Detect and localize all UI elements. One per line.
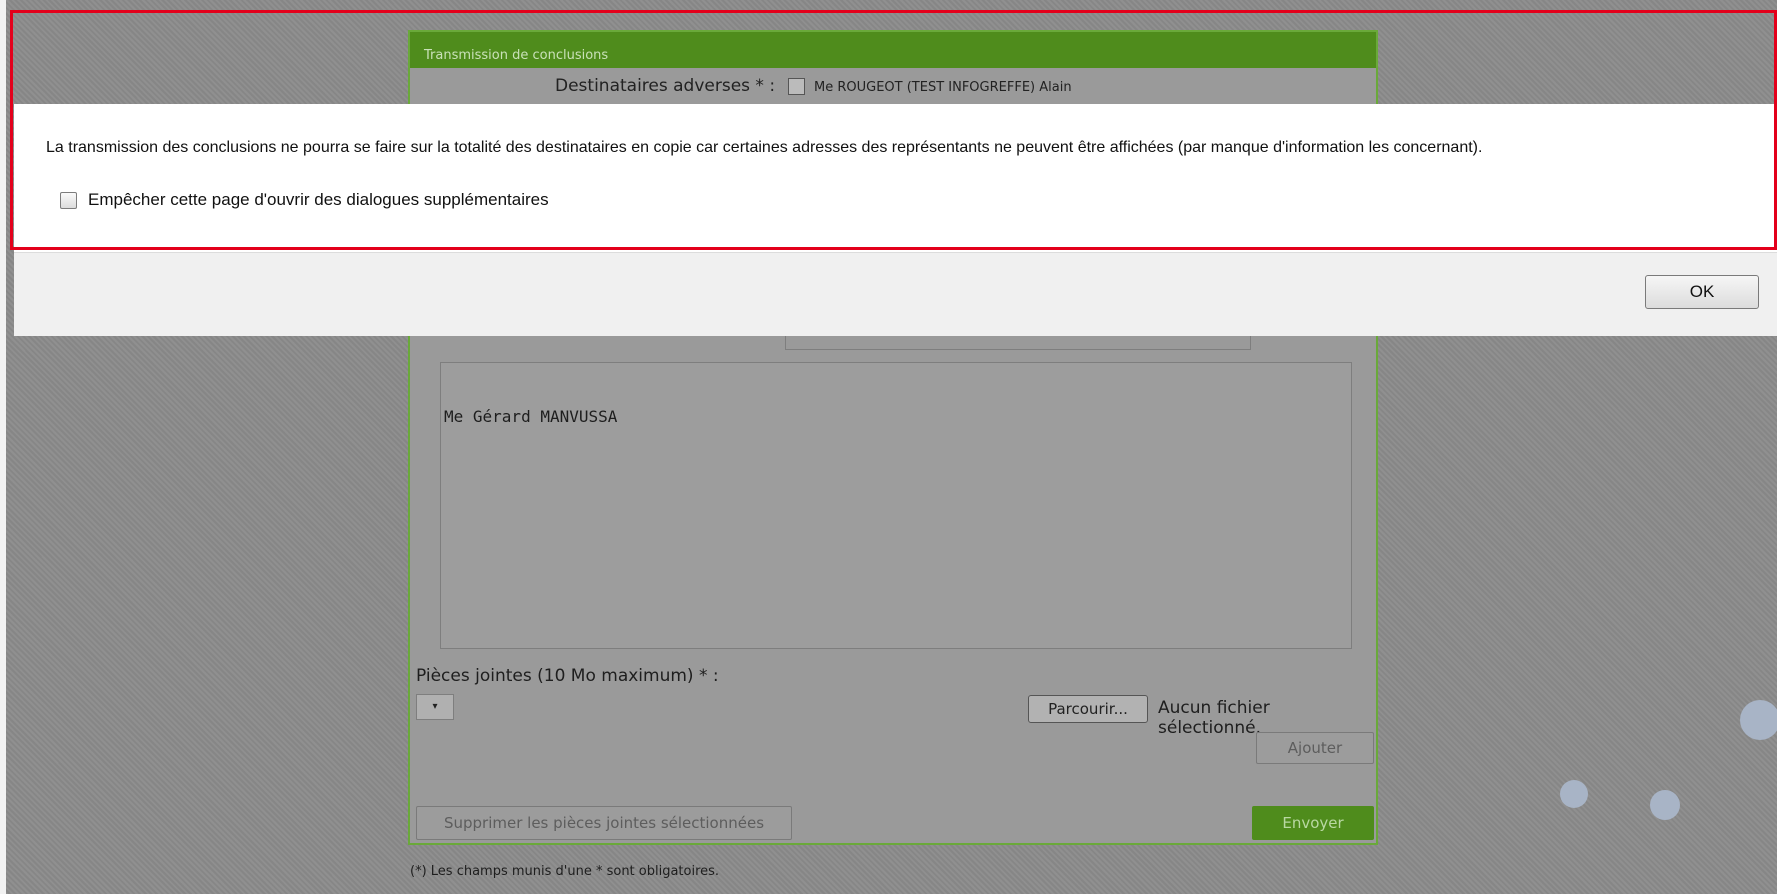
send-button[interactable]: Envoyer	[1252, 806, 1374, 840]
alert-dialog: La transmission des conclusions ne pourr…	[14, 104, 1777, 336]
dialog-body: La transmission des conclusions ne pourr…	[14, 104, 1777, 252]
attachments-label: Pièces jointes (10 Mo maximum) * :	[416, 666, 719, 686]
recipient-name: Me ROUGEOT (TEST INFOGREFFE) Alain	[814, 80, 1072, 95]
required-fields-note: (*) Les champs munis d'une * sont obliga…	[410, 864, 720, 879]
browse-button[interactable]: Parcourir...	[1028, 695, 1148, 723]
recipients-row: Destinataires adverses * : Me ROUGEOT (T…	[410, 76, 1376, 106]
dialog-footer: OK	[14, 252, 1777, 336]
decorative-dot-1	[1740, 700, 1777, 740]
add-attachment-button[interactable]: Ajouter	[1256, 732, 1374, 764]
left-margin-strip	[0, 0, 6, 894]
ok-button[interactable]: OK	[1645, 275, 1759, 309]
message-textarea[interactable]: Me Gérard MANVUSSA	[440, 362, 1352, 649]
decorative-dot-3	[1560, 780, 1588, 808]
suppress-dialogs-checkbox[interactable]	[60, 192, 77, 209]
dialog-message: La transmission des conclusions ne pourr…	[46, 139, 1483, 156]
suppress-dialogs-label[interactable]: Empêcher cette page d'ouvrir des dialogu…	[88, 190, 549, 210]
decorative-dot-2	[1650, 790, 1680, 820]
delete-attachments-button[interactable]: Supprimer les pièces jointes sélectionné…	[416, 806, 792, 840]
attachments-select[interactable]: ▾	[416, 694, 454, 720]
recipients-label: Destinataires adverses * :	[555, 76, 776, 96]
recipient-checkbox[interactable]	[788, 78, 805, 95]
form-header: Transmission de conclusions	[410, 32, 1376, 68]
